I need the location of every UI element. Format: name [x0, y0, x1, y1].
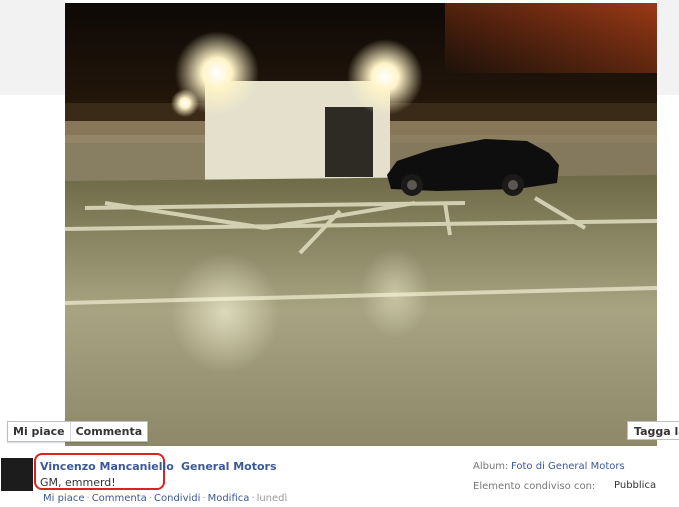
privacy-setting[interactable]: Pubblica	[614, 480, 656, 491]
album-link[interactable]: Foto di General Motors	[511, 461, 625, 472]
photo-caption: GM, emmerd!	[40, 476, 116, 489]
page-background-band-right	[657, 0, 679, 95]
album-label: Album:	[473, 461, 509, 472]
photo[interactable]	[65, 3, 657, 446]
post-action-links: Mi piace · Commenta · Condividi · Modifica · lun…	[43, 493, 287, 504]
tag-photo-button[interactable]: Tagga la	[627, 421, 679, 440]
separator: ·	[202, 493, 206, 504]
like-link[interactable]: Mi piace	[43, 493, 85, 504]
separator: ·	[251, 493, 255, 504]
separator: ·	[148, 493, 152, 504]
timestamp: lunedì	[256, 493, 288, 504]
page-background-band	[0, 0, 65, 95]
comment-button[interactable]: Commenta	[69, 422, 148, 441]
comment-link[interactable]: Commenta	[92, 493, 147, 504]
edit-link[interactable]: Modifica	[208, 493, 250, 504]
avatar[interactable]	[1, 458, 33, 491]
page-link[interactable]: General Motors	[181, 460, 277, 473]
like-button[interactable]: Mi piace	[8, 422, 70, 441]
share-link[interactable]: Condividi	[154, 493, 200, 504]
shared-with-label: Elemento condiviso con:	[473, 481, 596, 492]
author-link[interactable]: Vincenzo Mancaniello	[40, 460, 174, 473]
photo-action-bar: Mi piace Commenta	[7, 421, 149, 442]
separator: ·	[86, 493, 90, 504]
